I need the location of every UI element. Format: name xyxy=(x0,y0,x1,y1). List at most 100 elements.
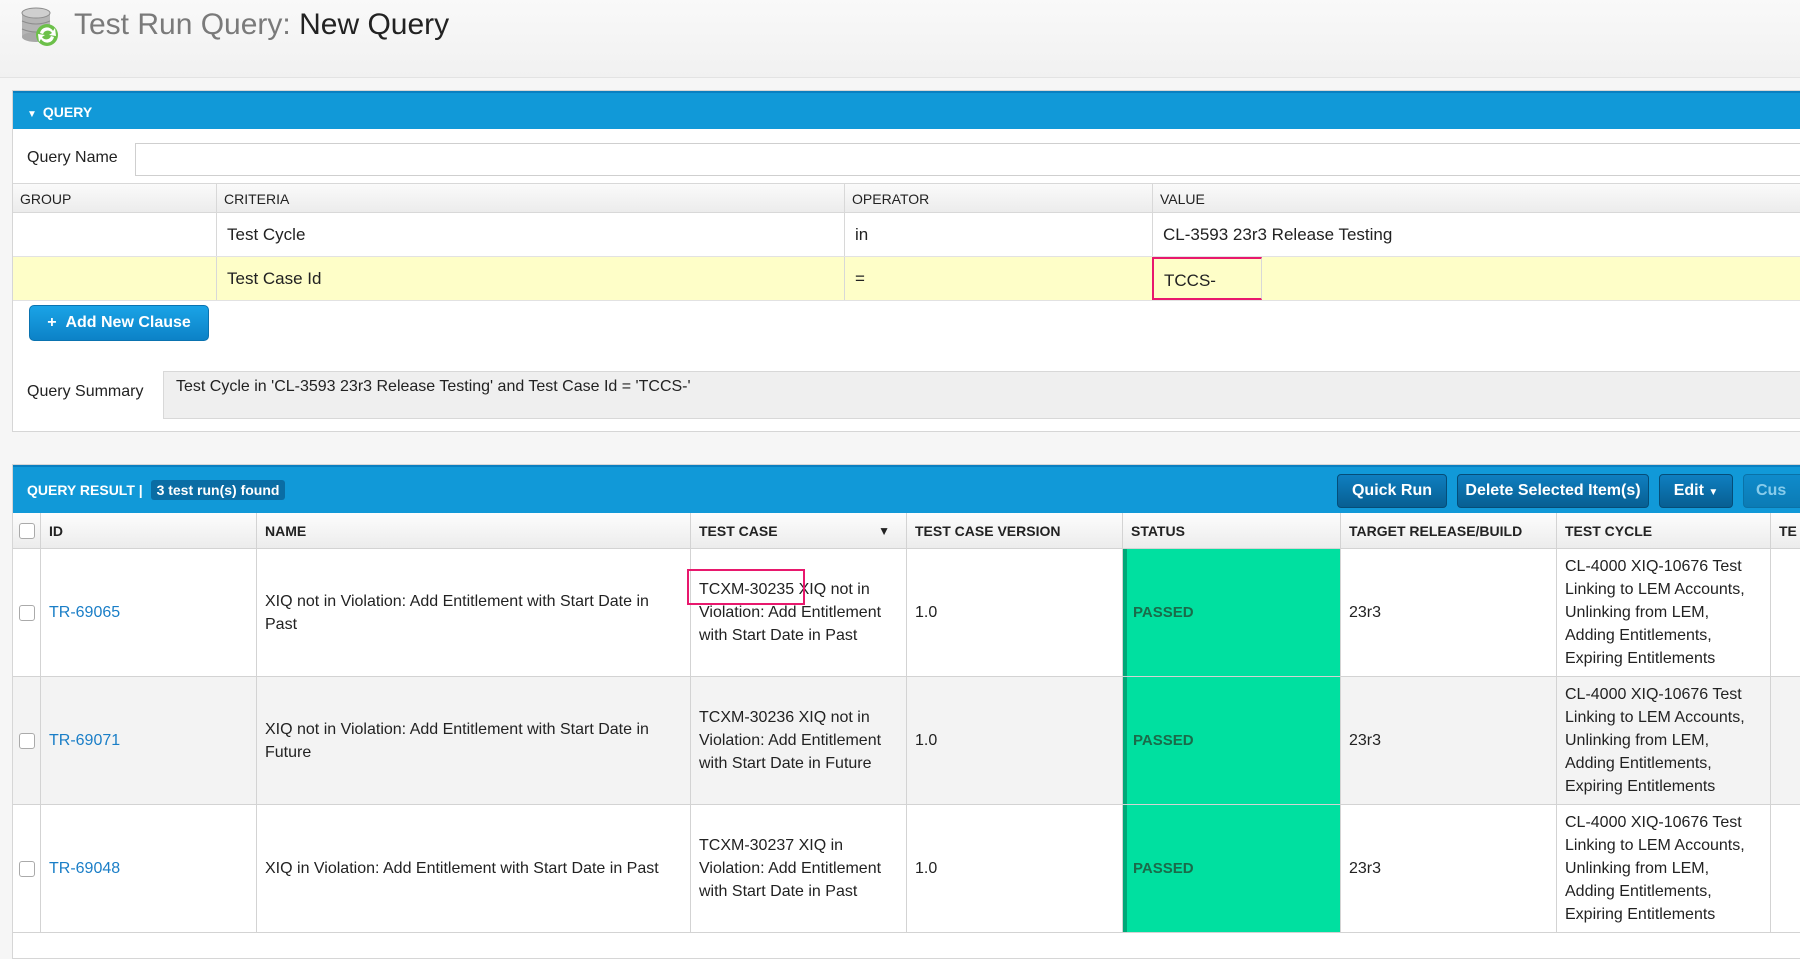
custom-button[interactable]: Cus xyxy=(1743,474,1800,508)
column-test-case-label: TEST CASE xyxy=(699,523,778,539)
row-cycle-cell: CL-4000 XIQ-10676 Test Linking to LEM Ac… xyxy=(1557,549,1771,676)
row-id-cell: TR-69071 xyxy=(41,677,257,804)
chevron-down-icon: ▼ xyxy=(1708,487,1719,498)
column-value: VALUE xyxy=(1160,191,1205,207)
row-status-cell: PASSED xyxy=(1123,677,1341,804)
column-operator: OPERATOR xyxy=(845,184,1153,212)
row-version-cell: 1.0 xyxy=(907,805,1123,932)
criteria-field-cell[interactable]: Test Cycle xyxy=(217,213,845,256)
query-panel: ▼ QUERY Query Name GROUP CRITERIA OPERATO… xyxy=(12,90,1800,432)
results-grid: ID NAME TEST CASE ▼ TEST CASE VERSION ST… xyxy=(13,513,1800,933)
criteria-operator-cell[interactable]: = xyxy=(845,257,1153,300)
collapse-caret-icon[interactable]: ▼ xyxy=(27,109,37,120)
column-test-case[interactable]: TEST CASE ▼ xyxy=(691,513,907,548)
row-select-cell xyxy=(13,549,41,676)
status-badge: PASSED xyxy=(1133,732,1194,749)
results-title: QUERY RESULT | 3 test run(s) found xyxy=(27,480,286,500)
test-run-link[interactable]: TR-69048 xyxy=(49,857,120,880)
query-panel-title[interactable]: ▼ QUERY xyxy=(27,104,92,120)
row-target-cell: 23r3 xyxy=(1341,549,1557,676)
column-criteria: CRITERIA xyxy=(217,184,845,212)
annotation-highlight-box xyxy=(687,569,805,605)
edit-dropdown-button[interactable]: Edit ▼ xyxy=(1659,474,1733,508)
test-case-text: TCXM-30237 XIQ in Violation: Add Entitle… xyxy=(699,834,898,903)
row-extra-cell xyxy=(1771,549,1800,676)
row-target-cell: 23r3 xyxy=(1341,805,1557,932)
criteria-operator-cell[interactable]: in xyxy=(845,213,1153,256)
row-name-cell: XIQ not in Violation: Add Entitlement wi… xyxy=(257,677,691,804)
table-row[interactable]: TR-69065 XIQ not in Violation: Add Entit… xyxy=(13,549,1800,677)
row-name-cell: XIQ in Violation: Add Entitlement with S… xyxy=(257,805,691,932)
row-id-cell: TR-69065 xyxy=(41,549,257,676)
criteria-value-input[interactable]: TCCS- xyxy=(1152,257,1262,300)
status-badge: PASSED xyxy=(1133,604,1194,621)
table-row[interactable]: TR-69048 XIQ in Violation: Add Entitleme… xyxy=(13,805,1800,933)
test-run-link[interactable]: TR-69065 xyxy=(49,601,120,624)
criteria-value-cell[interactable]: CL-3593 23r3 Release Testing xyxy=(1153,213,1800,256)
criteria-row[interactable]: Test Cycle in CL-3593 23r3 Release Testi… xyxy=(13,213,1800,257)
query-summary-text: Test Cycle in 'CL-3593 23r3 Release Test… xyxy=(163,371,1800,419)
sort-desc-icon[interactable]: ▼ xyxy=(878,513,890,549)
query-summary-label: Query Summary xyxy=(27,383,144,400)
test-run-link[interactable]: TR-69071 xyxy=(49,729,120,752)
row-test-case-cell: TCXM-30235 XIQ not in Violation: Add Ent… xyxy=(687,549,907,676)
test-case-text: TCXM-30236 XIQ not in Violation: Add Ent… xyxy=(699,706,898,775)
row-version-cell: 1.0 xyxy=(907,549,1123,676)
results-panel: QUERY RESULT | 3 test run(s) found Quick… xyxy=(12,464,1800,959)
criteria-table: GROUP CRITERIA OPERATOR VALUE Test Cycle… xyxy=(13,183,1800,301)
row-version-cell: 1.0 xyxy=(907,677,1123,804)
page-title: Test Run Query: New Query xyxy=(74,8,449,42)
delete-selected-button[interactable]: Delete Selected Item(s) xyxy=(1457,474,1649,508)
column-status[interactable]: STATUS xyxy=(1123,513,1341,548)
results-panel-header: QUERY RESULT | 3 test run(s) found Quick… xyxy=(13,465,1800,513)
select-all-cell xyxy=(13,513,41,548)
status-badge: PASSED xyxy=(1133,860,1194,877)
column-target-release[interactable]: TARGET RELEASE/BUILD xyxy=(1341,513,1557,548)
row-status-cell: PASSED xyxy=(1123,805,1341,932)
row-cycle-cell: CL-4000 XIQ-10676 Test Linking to LEM Ac… xyxy=(1557,677,1771,804)
results-header-row: ID NAME TEST CASE ▼ TEST CASE VERSION ST… xyxy=(13,513,1800,549)
query-panel-header[interactable]: ▼ QUERY xyxy=(13,91,1800,129)
query-name-label: Query Name xyxy=(27,149,118,166)
page-title-name: New Query xyxy=(299,8,450,41)
row-target-cell: 23r3 xyxy=(1341,677,1557,804)
add-new-clause-button[interactable]: + Add New Clause xyxy=(29,305,209,341)
column-version[interactable]: TEST CASE VERSION xyxy=(907,513,1123,548)
row-test-case-cell: TCXM-30236 XIQ not in Violation: Add Ent… xyxy=(691,677,907,804)
column-id[interactable]: ID xyxy=(41,513,257,548)
row-checkbox[interactable] xyxy=(18,732,35,749)
test-case-id: TCXM-30236 xyxy=(699,709,795,726)
page-title-prefix: Test Run Query: xyxy=(74,8,291,41)
row-extra-cell xyxy=(1771,805,1800,932)
row-status-cell: PASSED xyxy=(1123,549,1341,676)
quick-run-button[interactable]: Quick Run xyxy=(1337,474,1447,508)
query-name-input[interactable] xyxy=(135,143,1800,176)
row-id-cell: TR-69048 xyxy=(41,805,257,932)
results-count-badge: 3 test run(s) found xyxy=(150,480,286,500)
row-name-cell: XIQ not in Violation: Add Entitlement wi… xyxy=(257,549,691,676)
results-title-text: QUERY RESULT | xyxy=(27,482,143,498)
plus-icon: + xyxy=(47,314,57,331)
row-select-cell xyxy=(13,677,41,804)
criteria-group-cell[interactable] xyxy=(13,213,217,256)
criteria-field-cell[interactable]: Test Case Id xyxy=(217,257,845,300)
table-row[interactable]: TR-69071 XIQ not in Violation: Add Entit… xyxy=(13,677,1800,805)
row-test-case-cell: TCXM-30237 XIQ in Violation: Add Entitle… xyxy=(691,805,907,932)
row-cycle-cell: CL-4000 XIQ-10676 Test Linking to LEM Ac… xyxy=(1557,805,1771,932)
column-name[interactable]: NAME xyxy=(257,513,691,548)
column-extra[interactable]: TE xyxy=(1771,513,1800,548)
database-refresh-icon xyxy=(21,7,58,46)
row-extra-cell xyxy=(1771,677,1800,804)
query-title-text: QUERY xyxy=(42,104,93,120)
row-checkbox[interactable] xyxy=(18,604,35,621)
add-clause-label: Add New Clause xyxy=(65,314,191,331)
column-test-cycle[interactable]: TEST CYCLE xyxy=(1557,513,1771,548)
row-select-cell xyxy=(13,805,41,932)
edit-label: Edit xyxy=(1673,482,1704,499)
select-all-checkbox[interactable] xyxy=(18,522,35,539)
criteria-group-cell[interactable] xyxy=(13,257,217,300)
test-case-id: TCXM-30237 xyxy=(699,837,795,854)
page-header: Test Run Query: New Query xyxy=(0,0,1800,78)
criteria-row[interactable]: Test Case Id = TCCS- xyxy=(13,257,1800,301)
row-checkbox[interactable] xyxy=(18,860,35,877)
